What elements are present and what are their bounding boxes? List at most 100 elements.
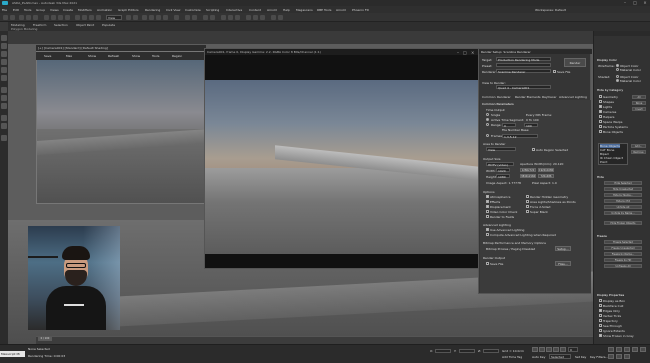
view-to-render-dropdown[interactable]: Quad 4 - Camera001 [496, 85, 551, 90]
fw-region-button[interactable]: Region [172, 54, 182, 58]
wireframe-material-color-radio[interactable] [616, 68, 619, 71]
rendered-frame-window[interactable]: Camera001, frame 0, Display Gamma: 2.2, … [204, 48, 479, 269]
area-to-render-dropdown[interactable]: View [486, 147, 516, 152]
ribbon-tab-populate[interactable]: Populate [102, 23, 115, 27]
target-dropdown[interactable]: Production Rendering Mode [496, 57, 551, 62]
timeline[interactable]: 0 / 100 [36, 336, 593, 344]
tab-renderer[interactable]: Renderer [497, 95, 511, 99]
create-icon[interactable] [1, 35, 7, 41]
force-2sided-checkbox[interactable] [526, 205, 529, 208]
layer-icon[interactable] [203, 15, 208, 20]
category-all-button[interactable]: All [632, 95, 646, 99]
preset-dropdown[interactable] [496, 63, 551, 67]
pivot-icon[interactable] [126, 15, 131, 20]
align-icon[interactable] [192, 15, 197, 20]
category-list[interactable]: Bone Objects CAT Bone Biped IK Chain Obj… [598, 143, 628, 165]
menu-modifiers[interactable]: Modifiers [78, 8, 92, 12]
select-icon-2[interactable] [1, 123, 7, 129]
menu-graph-editors[interactable]: Graph Editors [118, 8, 139, 12]
material-editor-icon[interactable] [235, 15, 240, 20]
zoom-all-icon[interactable] [616, 347, 622, 352]
hide-selected-button[interactable]: Hide Selected [604, 181, 642, 185]
hide-by-name-button[interactable]: Hide by Name... [604, 193, 642, 197]
fw-show-button[interactable]: Show [88, 54, 96, 58]
set-key-button[interactable]: Set Key [575, 355, 586, 359]
backface-cull-checkbox[interactable] [599, 304, 602, 307]
y-coord-field[interactable] [459, 349, 475, 353]
category-space-warps-checkbox[interactable] [599, 120, 602, 123]
shaded-object-color-radio[interactable] [616, 75, 619, 78]
freeze-by-name-button[interactable]: Freeze by Name... [604, 252, 642, 256]
motion-icon[interactable] [1, 59, 7, 65]
render-setup-icon[interactable] [246, 15, 251, 20]
select-manipulate-icon[interactable] [133, 15, 138, 20]
fw-show-2-button[interactable]: Show [132, 54, 140, 58]
hierarchy-icon[interactable] [1, 51, 7, 57]
current-frame-field[interactable]: 0 [568, 347, 578, 352]
tab-raytracer[interactable]: Raytracer [542, 95, 557, 99]
menu-group[interactable]: Group [36, 8, 45, 12]
modify-icon[interactable] [1, 43, 7, 49]
scale-icon[interactable] [89, 15, 94, 20]
video-color-checkbox[interactable] [486, 210, 489, 213]
x-coord-field[interactable] [435, 349, 451, 353]
category-bones-checkbox[interactable] [599, 130, 602, 133]
add-time-tag[interactable]: Add Time Tag [502, 355, 522, 359]
save-file-option-checkbox[interactable] [486, 262, 489, 265]
atmospherics-checkbox[interactable] [486, 195, 489, 198]
rendered-frame-close-button[interactable]: × [471, 50, 474, 55]
menu-interactive[interactable]: Interactive [226, 8, 242, 12]
height-field[interactable]: 1080 [496, 174, 510, 179]
range-to-field[interactable]: 100 [524, 123, 538, 128]
size-preset-4[interactable]: 720x486 [538, 174, 554, 178]
ignore-extents-checkbox[interactable] [599, 329, 602, 332]
spinner-snap-icon[interactable] [163, 15, 168, 20]
goto-start-icon[interactable] [532, 347, 538, 352]
render-setup-dialog[interactable]: Render Setup: Scanline Renderer Target: … [478, 48, 592, 294]
menu-arnold[interactable]: Arnold [267, 8, 277, 12]
utilities-icon[interactable] [1, 75, 7, 81]
display-as-box-checkbox[interactable] [599, 299, 602, 302]
category-lights-checkbox[interactable] [599, 105, 602, 108]
prev-frame-icon[interactable] [539, 347, 545, 352]
link-icon[interactable] [19, 15, 24, 20]
displacement-checkbox[interactable] [486, 205, 489, 208]
active-segment-radio[interactable] [486, 118, 489, 121]
vertex-ticks-checkbox[interactable] [599, 314, 602, 317]
save-file-checkbox[interactable] [553, 70, 556, 73]
rendered-frame-minimize-button[interactable]: – [457, 50, 459, 55]
frames-field[interactable]: 1,3,5-12 [502, 134, 538, 139]
category-helpers-checkbox[interactable] [599, 115, 602, 118]
unhide-by-name-button[interactable]: Unhide by Name... [604, 211, 642, 215]
redo-icon[interactable] [10, 15, 15, 20]
freeze-by-hit-button[interactable]: Freeze by Hit [604, 258, 642, 262]
bitmap-setup-button[interactable]: Setup... [555, 246, 571, 251]
hide-unselected-button[interactable]: Hide Unselected [604, 187, 642, 191]
tab-render-elements[interactable]: Render Elements [515, 95, 541, 99]
compute-advanced-checkbox[interactable] [486, 233, 489, 236]
area-lights-checkbox[interactable] [526, 200, 529, 203]
render-button[interactable]: Render [564, 58, 586, 67]
trajectory-checkbox[interactable] [599, 319, 602, 322]
menu-arnold-2[interactable]: Arnold [336, 8, 346, 12]
range-radio[interactable] [486, 123, 489, 126]
rendered-frame-maximize-button[interactable]: □ [463, 50, 467, 55]
z-coord-field[interactable] [483, 349, 499, 353]
maxscript-listener[interactable]: Maxscript Mi [0, 351, 25, 357]
edges-only-checkbox[interactable] [599, 309, 602, 312]
see-through-checkbox[interactable] [599, 324, 602, 327]
menu-customize[interactable]: Customize [185, 8, 201, 12]
category-particles-checkbox[interactable] [599, 125, 602, 128]
common-parameters-header[interactable]: Common Parameters [482, 102, 514, 106]
freeze-selected-button[interactable]: Freeze Selected [604, 240, 642, 244]
schematic-icon[interactable] [228, 15, 233, 20]
category-shapes-checkbox[interactable] [599, 100, 602, 103]
show-frozen-gray-checkbox[interactable] [599, 334, 602, 337]
menu-rbe-tools[interactable]: RBE Tools [317, 8, 331, 12]
scene-explorer-icon[interactable] [1, 87, 7, 93]
menu-animation[interactable]: Animation [97, 8, 112, 12]
menu-rendering[interactable]: Rendering [145, 8, 160, 12]
size-preset-2[interactable]: 1920x1080 [538, 168, 554, 172]
orbit-icon[interactable] [616, 354, 622, 359]
category-cameras-checkbox[interactable] [599, 110, 602, 113]
